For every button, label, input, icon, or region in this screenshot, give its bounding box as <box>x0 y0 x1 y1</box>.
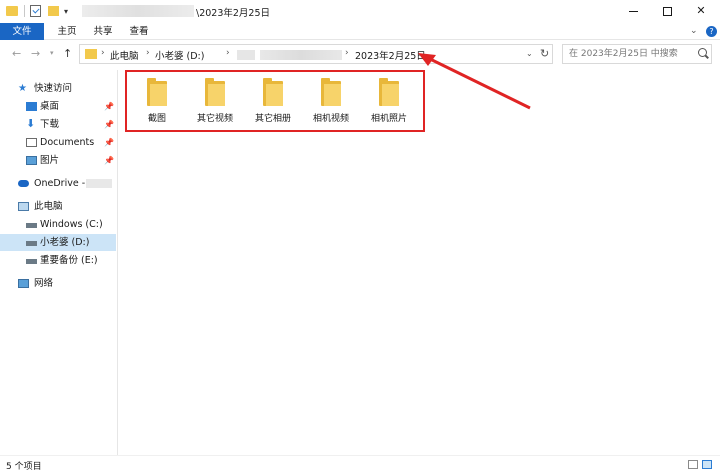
search-input[interactable]: 在 2023年2月25日 中搜索 <box>562 44 712 64</box>
document-icon <box>26 138 37 147</box>
sidebar-item-network[interactable]: 网络 <box>0 275 116 292</box>
folder-icon <box>321 78 341 106</box>
sidebar-item-drive-d[interactable]: 小老婆 (D:) <box>0 234 116 251</box>
breadcrumb-current-folder[interactable]: 2023年2月25日 <box>355 48 426 62</box>
folder-name: 其它相册 <box>254 114 291 124</box>
drive-icon <box>26 241 37 246</box>
address-dropdown-icon[interactable]: ⌄ <box>526 49 533 58</box>
folder-item[interactable]: 其它视频 <box>187 78 243 128</box>
blurred-breadcrumb <box>260 50 342 60</box>
folder-name: 其它视频 <box>196 114 233 124</box>
pin-icon[interactable]: 📌 <box>104 152 114 169</box>
chevron-right-icon[interactable]: › <box>146 48 150 58</box>
maximize-icon <box>662 6 672 16</box>
folder-icon <box>85 49 97 59</box>
folder-item[interactable]: 其它相册 <box>245 78 301 128</box>
drive-icon <box>26 259 37 264</box>
help-icon[interactable]: ? <box>706 26 717 37</box>
desktop-icon <box>26 102 37 111</box>
close-icon: ✕ <box>696 4 706 17</box>
chevron-right-icon[interactable]: › <box>101 48 105 58</box>
sidebar-item-downloads[interactable]: ⬇ 下载 📌 <box>0 116 116 133</box>
toolbar-divider <box>24 5 25 17</box>
folder-icon <box>147 78 167 106</box>
sidebar-item-documents[interactable]: Documents 📌 <box>0 134 116 151</box>
recent-locations-icon[interactable]: ▾ <box>50 49 54 57</box>
sidebar-item-drive-e[interactable]: 重要备份 (E:) <box>0 252 116 269</box>
folder-item[interactable]: 相机视频 <box>303 78 359 128</box>
folder-item[interactable]: 截图 <box>129 78 185 128</box>
expand-ribbon-icon[interactable]: ⌄ <box>690 26 698 36</box>
sidebar-item-onedrive[interactable]: OneDrive - <box>0 175 116 192</box>
minimize-button[interactable] <box>616 0 650 23</box>
tab-home[interactable]: 主页 <box>52 23 82 40</box>
close-button[interactable]: ✕ <box>684 0 718 23</box>
download-icon: ⬇ <box>26 117 36 130</box>
large-icons-view-icon[interactable] <box>702 460 712 469</box>
navigation-pane: ★ 快速访问 桌面 📌 ⬇ 下载 📌 Documents 📌 图片 📌 OneD… <box>0 70 118 455</box>
pin-icon[interactable]: 📌 <box>104 134 114 151</box>
status-bar: 5 个项目 <box>0 455 720 473</box>
pin-icon[interactable]: 📌 <box>104 116 114 133</box>
sidebar-item-drive-c[interactable]: Windows (C:) <box>0 216 116 233</box>
onedrive-icon <box>18 180 29 187</box>
tab-share[interactable]: 共享 <box>88 23 118 40</box>
item-count: 5 个项目 <box>6 462 42 472</box>
blurred-account-name <box>86 179 112 188</box>
properties-icon[interactable] <box>30 5 41 17</box>
blurred-breadcrumb <box>237 50 255 60</box>
window-title: \2023年2月25日 <box>196 8 271 19</box>
tab-view[interactable]: 查看 <box>124 23 154 40</box>
forward-arrow-icon[interactable]: → <box>31 47 40 60</box>
maximize-button[interactable] <box>650 0 684 23</box>
chevron-down-icon[interactable]: ▾ <box>64 7 68 19</box>
network-icon <box>18 279 29 288</box>
title-bar: ▾ \2023年2月25日 ✕ <box>0 0 720 23</box>
folder-icon <box>379 78 399 106</box>
sidebar-item-this-pc[interactable]: 此电脑 <box>0 198 116 215</box>
refresh-icon[interactable]: ↻ <box>540 47 549 60</box>
details-view-icon[interactable] <box>688 460 698 469</box>
ribbon-tabs: 文件 主页 共享 查看 ⌄ ? <box>0 23 720 40</box>
navigation-bar: ← → ▾ ↑ › 此电脑 › 小老婆 (D:) › › 2023年2月25日 … <box>0 41 720 67</box>
address-bar[interactable]: › 此电脑 › 小老婆 (D:) › › 2023年2月25日 ⌄ ↻ <box>79 44 553 64</box>
file-list: 截图 其它视频 其它相册 相机视频 相机照片 <box>119 70 720 455</box>
minimize-icon <box>628 10 638 12</box>
star-icon: ★ <box>18 83 27 94</box>
breadcrumb-this-pc[interactable]: 此电脑 <box>110 48 139 62</box>
blurred-path-segment <box>82 5 194 17</box>
folder-name: 相机照片 <box>370 114 407 124</box>
breadcrumb-drive-d[interactable]: 小老婆 (D:) <box>155 48 204 62</box>
sidebar-item-desktop[interactable]: 桌面 📌 <box>0 98 116 115</box>
new-folder-icon[interactable] <box>48 6 59 16</box>
chevron-right-icon[interactable]: › <box>226 48 230 58</box>
drive-icon <box>26 223 37 228</box>
tab-file[interactable]: 文件 <box>0 23 44 40</box>
folder-icon <box>205 78 225 106</box>
folder-name: 相机视频 <box>312 114 349 124</box>
up-arrow-icon[interactable]: ↑ <box>63 47 72 60</box>
sidebar-item-pictures[interactable]: 图片 📌 <box>0 152 116 169</box>
sidebar-item-quick-access[interactable]: ★ 快速访问 <box>0 80 116 97</box>
pin-icon[interactable]: 📌 <box>104 98 114 115</box>
folder-icon <box>263 78 283 106</box>
computer-icon <box>18 202 29 211</box>
folder-icon <box>6 6 18 16</box>
back-arrow-icon[interactable]: ← <box>12 47 21 60</box>
folder-name: 截图 <box>147 114 166 124</box>
search-placeholder: 在 2023年2月25日 中搜索 <box>569 49 678 59</box>
chevron-right-icon[interactable]: › <box>345 48 349 58</box>
search-icon <box>698 48 707 57</box>
pictures-icon <box>26 156 37 165</box>
folder-item[interactable]: 相机照片 <box>361 78 417 128</box>
